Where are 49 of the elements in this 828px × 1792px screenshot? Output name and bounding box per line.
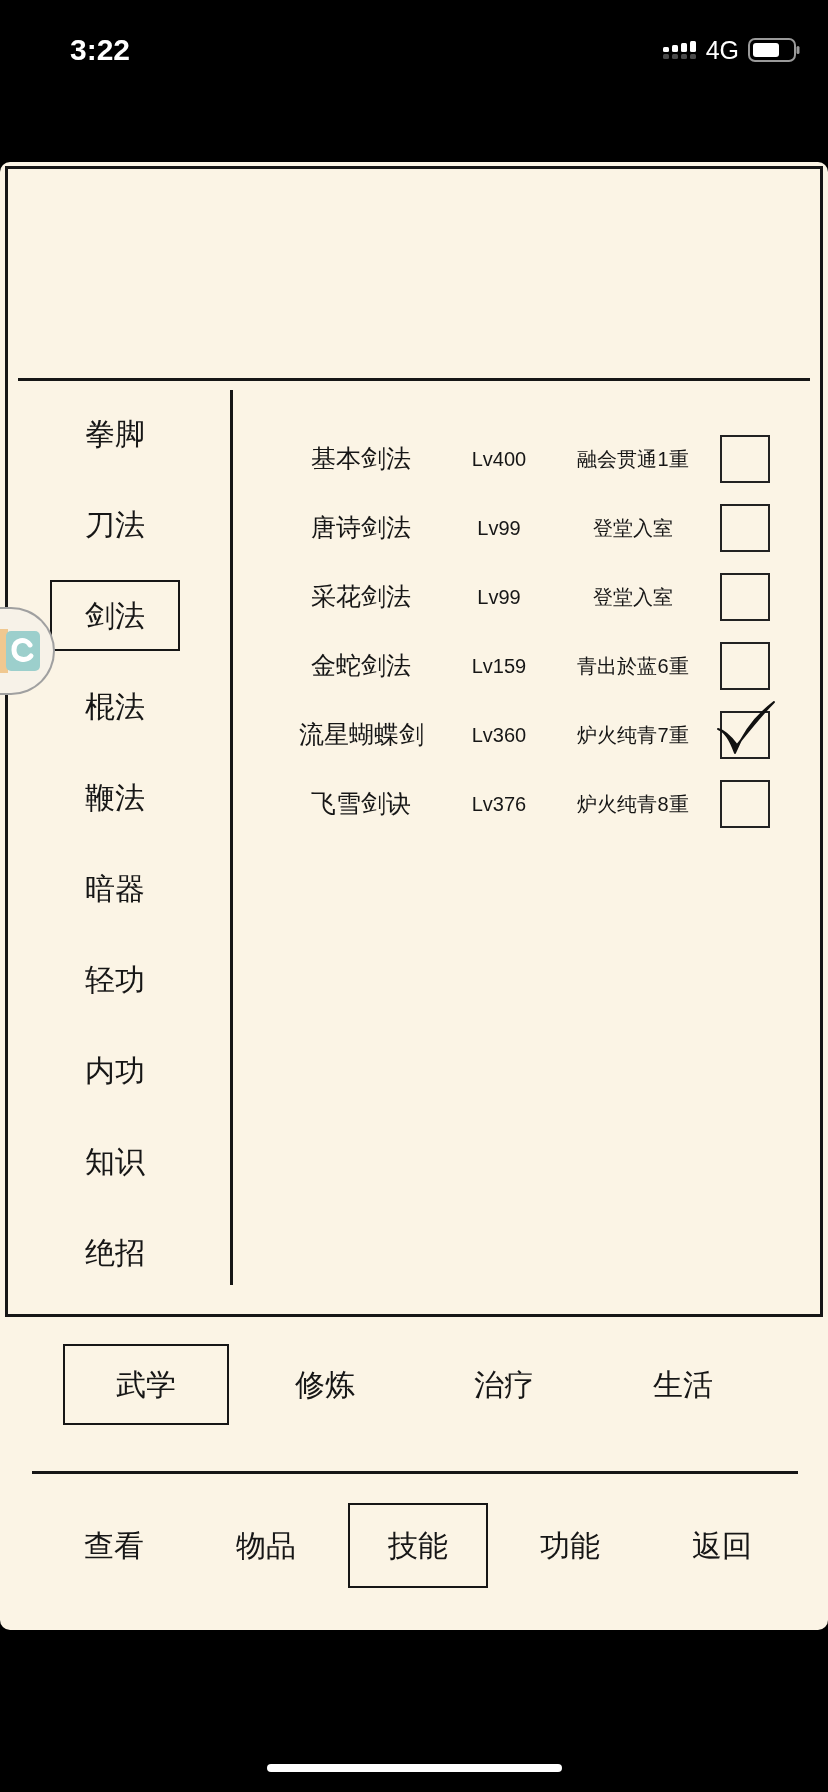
section-tab[interactable]: 生活 — [599, 1344, 766, 1425]
skill-level: Lv99 — [476, 515, 522, 541]
skill-name: 唐诗剑法 — [310, 511, 412, 543]
skill-level: Lv400 — [470, 446, 528, 472]
section-tab[interactable]: 治疗 — [420, 1344, 587, 1425]
nav-tab[interactable]: 技能 — [348, 1503, 488, 1588]
checkbox[interactable] — [720, 503, 770, 552]
skill-stage: 登堂入室 — [592, 515, 674, 541]
section-tab[interactable]: 修炼 — [241, 1344, 408, 1425]
checkbox[interactable] — [720, 572, 770, 621]
skill-name: 采花剑法 — [310, 580, 412, 612]
nav-tab[interactable]: 功能 — [500, 1503, 640, 1588]
battery-icon — [748, 38, 800, 62]
skill-level: Lv159 — [470, 653, 528, 679]
category-tab[interactable]: 棍法 — [50, 671, 180, 742]
skill-name: 流星蝴蝶剑 — [297, 718, 425, 750]
network-label: 4G — [705, 35, 739, 65]
category-tab[interactable]: 剑法 — [50, 580, 180, 651]
skill-level: Lv376 — [470, 791, 528, 817]
signal-icon — [662, 41, 697, 59]
nav-tab[interactable]: 查看 — [44, 1503, 184, 1588]
skill-stage: 登堂入室 — [592, 584, 674, 610]
skill-name: 基本剑法 — [310, 442, 412, 474]
section-tab[interactable]: 武学 — [62, 1344, 229, 1425]
skill-stage: 炉火纯青8重 — [576, 791, 690, 817]
skill-stage: 融会贯通1重 — [576, 446, 690, 472]
skill-level: Lv360 — [470, 722, 528, 748]
skill-stage: 青出於蓝6重 — [576, 653, 690, 679]
category-tab[interactable]: 暗器 — [50, 853, 180, 924]
category-tab[interactable]: 绝招 — [50, 1217, 180, 1288]
checkbox[interactable] — [720, 779, 770, 828]
skill-level: Lv99 — [476, 584, 522, 610]
checkbox[interactable] — [720, 434, 770, 483]
skill-name: 金蛇剑法 — [310, 649, 412, 681]
checkbox[interactable] — [720, 710, 770, 759]
skill-name: 飞雪剑诀 — [310, 787, 412, 819]
category-tab[interactable]: 拳脚 — [50, 398, 180, 469]
category-tab[interactable]: 内功 — [50, 1035, 180, 1106]
check-icon — [715, 698, 777, 757]
category-tab[interactable]: 鞭法 — [50, 762, 180, 833]
category-tab[interactable]: 刀法 — [50, 489, 180, 560]
skill-stage: 炉火纯青7重 — [576, 722, 690, 748]
app-tile-icon — [0, 629, 40, 673]
nav-tab[interactable]: 返回 — [652, 1503, 792, 1588]
category-tab[interactable]: 知识 — [50, 1126, 180, 1197]
category-tab[interactable]: 轻功 — [50, 944, 180, 1015]
nav-tab[interactable]: 物品 — [196, 1503, 336, 1588]
status-time: 3:22 — [70, 32, 131, 68]
checkbox[interactable] — [720, 641, 770, 690]
